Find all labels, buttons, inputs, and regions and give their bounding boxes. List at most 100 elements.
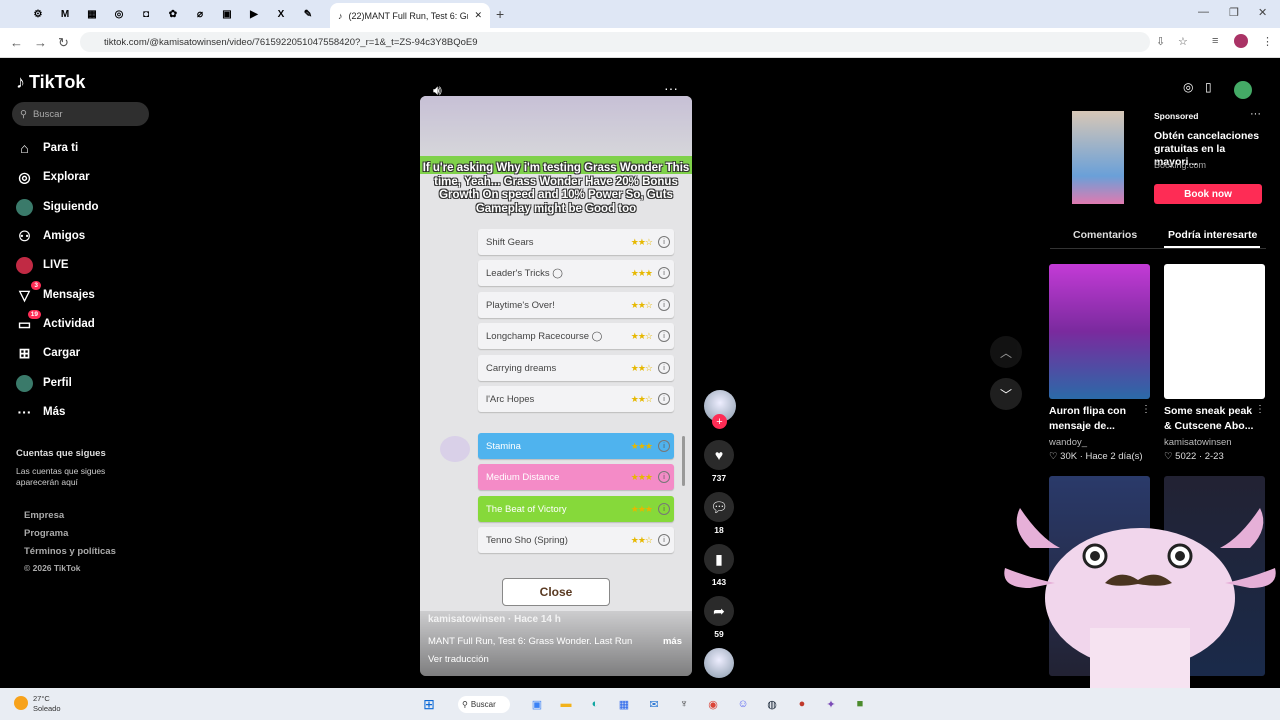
info-icon[interactable]: i	[658, 236, 670, 248]
skill-row[interactable]: Stamina ★★★ i	[478, 433, 674, 459]
like-button[interactable]: ♥ 737	[704, 440, 734, 483]
card-user[interactable]: wandoy_	[1049, 437, 1087, 448]
close-tab-icon[interactable]: ✕	[474, 10, 482, 21]
explore-icon[interactable]: ◎	[1183, 80, 1193, 94]
skill-row[interactable]: Medium Distance ★★★ i	[478, 464, 674, 490]
volume-icon[interactable]: 🔊︎	[433, 82, 442, 99]
info-icon[interactable]: i	[658, 299, 670, 311]
info-icon[interactable]: i	[658, 440, 670, 452]
app-icon[interactable]: ♆	[675, 695, 693, 713]
video-more-icon[interactable]: ···	[664, 80, 678, 96]
more-link[interactable]: más	[663, 636, 682, 647]
taskbar-search[interactable]: ⚲ Buscar	[458, 696, 510, 713]
card-more-icon[interactable]: ⋮	[1141, 404, 1151, 415]
minecraft-icon[interactable]: ■	[851, 695, 869, 713]
pinned-tab[interactable]: X	[267, 0, 295, 28]
tab-suggested[interactable]: Podría interesarte	[1168, 229, 1257, 241]
sound-avatar[interactable]	[704, 648, 734, 678]
skill-row[interactable]: Leader's Tricks ◯ ★★★ i	[478, 260, 674, 286]
skill-row[interactable]: Playtime's Over! ★★☆ i	[478, 292, 674, 318]
pinned-tab[interactable]: M	[51, 0, 79, 28]
minimize-icon[interactable]: —	[1198, 6, 1209, 18]
footer-link-programa[interactable]: Programa	[24, 528, 68, 539]
new-tab-button[interactable]: +	[496, 6, 504, 22]
info-icon[interactable]: i	[658, 503, 670, 515]
maximize-icon[interactable]: ❐	[1229, 6, 1239, 19]
save-button[interactable]: ▮ 143	[704, 544, 734, 587]
footer-link-terms[interactable]: Términos y políticas	[24, 546, 116, 557]
skill-row[interactable]: Tenno Sho (Spring) ★★☆ i	[478, 527, 674, 553]
suggested-video-thumb[interactable]	[1164, 264, 1265, 399]
next-video-button[interactable]: ﹀	[990, 378, 1022, 410]
reading-list-icon[interactable]: ≡	[1212, 35, 1218, 47]
card-user[interactable]: kamisatowinsen	[1164, 437, 1232, 448]
back-icon[interactable]: ←	[10, 35, 23, 50]
ad-image[interactable]	[1072, 111, 1124, 204]
pinned-tab[interactable]: ✿	[159, 0, 187, 28]
sidebar-item-explorar[interactable]: ◎ Explorar	[16, 165, 89, 189]
sidebar-item-siguiendo[interactable]: Siguiendo	[16, 195, 99, 219]
close-button[interactable]: Close	[502, 578, 610, 606]
app-icon[interactable]: ✦	[822, 695, 840, 713]
skill-row[interactable]: Shift Gears ★★☆ i	[478, 229, 674, 255]
info-icon[interactable]: i	[658, 393, 670, 405]
sidebar-item-cargar[interactable]: ⊞ Cargar	[16, 341, 80, 365]
skill-row[interactable]: l'Arc Hopes ★★☆ i	[478, 386, 674, 412]
store-icon[interactable]: ▦	[615, 695, 633, 713]
skill-row[interactable]: Carrying dreams ★★☆ i	[478, 355, 674, 381]
info-icon[interactable]: i	[658, 471, 670, 483]
reload-icon[interactable]: ↻	[58, 35, 69, 51]
info-icon[interactable]: i	[658, 534, 670, 546]
active-tab[interactable]: ♪ (22)MANT Full Run, Test 6: Gras ✕	[330, 3, 490, 28]
photos-icon[interactable]: ▣	[528, 695, 546, 713]
video-player[interactable]: If u're asking Why i'm testing Grass Won…	[420, 96, 692, 676]
discord-icon[interactable]: ☺	[734, 695, 752, 713]
video-author[interactable]: kamisatowinsen · Hace 14 h	[428, 614, 561, 625]
browser-menu-icon[interactable]: ⋮	[1262, 35, 1273, 48]
skill-row[interactable]: The Beat of Victory ★★★ i	[478, 496, 674, 522]
windows-start-icon[interactable]: ⊞	[420, 695, 438, 713]
card-title[interactable]: Auron flipa con mensaje de...	[1049, 404, 1145, 434]
pinned-tab[interactable]: ▣	[213, 0, 241, 28]
user-avatar[interactable]	[1234, 81, 1252, 99]
weather-widget[interactable]: 27°C Soleado	[33, 694, 61, 714]
pinned-tab[interactable]: ◎	[105, 0, 133, 28]
search-input[interactable]: ⚲ Buscar	[12, 102, 149, 126]
suggested-video-thumb[interactable]	[1049, 264, 1150, 399]
outlook-icon[interactable]: ✉	[645, 695, 663, 713]
sidebar-item-live[interactable]: LIVE	[16, 253, 69, 277]
footer-link-empresa[interactable]: Empresa	[24, 510, 64, 521]
skill-scrollbar[interactable]	[682, 436, 685, 486]
steam-icon[interactable]: ◍	[763, 695, 781, 713]
sidebar-item-actividad[interactable]: ▭ 19 Actividad	[16, 309, 95, 336]
info-icon[interactable]: i	[658, 330, 670, 342]
translate-link[interactable]: Ver traducción	[428, 654, 489, 665]
tab-comments[interactable]: Comentarios	[1073, 229, 1137, 241]
sidebar-item-para-ti[interactable]: ⌂ Para ti	[16, 136, 78, 160]
install-icon[interactable]: ⇩	[1156, 35, 1165, 48]
pinned-tab[interactable]: ⌀	[186, 0, 214, 28]
card-title[interactable]: Some sneak peak & Cutscene Abo...	[1164, 404, 1260, 434]
pinned-tab[interactable]: ⚙	[24, 0, 52, 28]
sidebar-item-amigos[interactable]: ⚇ Amigos	[16, 224, 85, 248]
device-icon[interactable]: ▯	[1205, 80, 1212, 94]
comment-button[interactable]: 💬︎ 18	[704, 492, 734, 535]
sidebar-item-perfil[interactable]: Perfil	[16, 371, 72, 395]
pinned-tab[interactable]: ▶	[240, 0, 268, 28]
tiktok-logo[interactable]: ♪ TikTok	[16, 72, 85, 93]
info-icon[interactable]: i	[658, 267, 670, 279]
sidebar-item-más[interactable]: ··· Más	[16, 400, 66, 424]
bookmark-star-icon[interactable]: ☆	[1178, 35, 1188, 48]
chrome-icon[interactable]: ◉	[704, 695, 722, 713]
info-icon[interactable]: i	[658, 362, 670, 374]
ad-more-icon[interactable]: ···	[1250, 108, 1261, 120]
sidebar-item-mensajes[interactable]: ▽ 3 Mensajes	[16, 280, 95, 307]
file-explorer-icon[interactable]: ▬	[557, 695, 575, 713]
skill-row[interactable]: Longchamp Racecourse ◯ ★★☆ i	[478, 323, 674, 349]
app-icon[interactable]: ●	[793, 695, 811, 713]
previous-video-button[interactable]: ︿	[990, 336, 1022, 368]
profile-avatar[interactable]	[1234, 34, 1248, 48]
edge-icon[interactable]: ◐	[586, 695, 604, 713]
pinned-tab[interactable]: ◘	[132, 0, 160, 28]
book-now-button[interactable]: Book now	[1154, 184, 1262, 204]
